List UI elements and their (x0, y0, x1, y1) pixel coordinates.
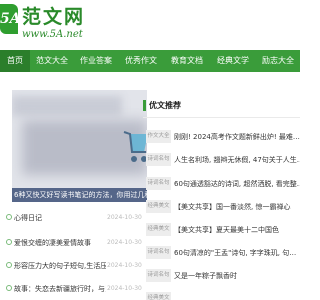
list-item-title[interactable]: 故事：失恋去新疆旅行时，与当地漂亮 (14, 280, 106, 298)
category-tag[interactable]: 诗词名句 (146, 153, 171, 166)
bullet-icon (6, 262, 12, 268)
nav-item-edu-docs[interactable]: 教育文档 (164, 50, 210, 72)
recommend-item-title[interactable]: 人生名利场, 翘辫无休假, 47句关于人生… (174, 150, 300, 170)
recommend-item[interactable]: 诗词名句 又是一年粽子飘香时 (143, 266, 300, 286)
nav-item-fanwen[interactable]: 范文大全 (30, 50, 74, 72)
featured-banner[interactable] (12, 90, 147, 202)
recommend-header: 优文推荐 (143, 97, 300, 115)
list-item-title[interactable]: 爱恨交缠的凄美爱情故事 (14, 234, 106, 252)
recommend-item[interactable]: 诗词名句 60句通透豁达的诗词, 超然洒脱, 看完整… (143, 174, 300, 194)
list-item-date: 2024-10-30 (107, 214, 142, 221)
category-tag[interactable]: 诗词名句 (146, 269, 171, 282)
category-tag[interactable]: 经典美文 (146, 200, 171, 213)
recommend-item[interactable]: 作文大全 刚刚! 2024高考作文题新鲜出炉! 最难… (143, 127, 300, 147)
recommend-item[interactable]: 经典美文 (143, 289, 300, 300)
recommend-item[interactable]: 诗词名句 人生名利场, 翘辫无休假, 47句关于人生… (143, 150, 300, 170)
bullet-icon (6, 285, 12, 291)
category-tag[interactable]: 经典美文 (146, 292, 171, 300)
recommend-item-title[interactable]: 刚刚! 2024高考作文题新鲜出炉! 最难… (174, 127, 300, 147)
nav-item-essays[interactable]: 优秀作文 (118, 50, 164, 72)
recommend-item-title[interactable]: 60句清凉的"王孟"诗句, 字字珠玑, 句… (174, 243, 300, 263)
banner-image-region (12, 96, 122, 116)
recommend-item[interactable]: 经典美文 【美文共享】夏天最美十二中国色 (143, 220, 300, 240)
category-tag[interactable]: 诗词名句 (146, 177, 171, 190)
list-item-title[interactable]: 形容压力大的句子短句,生活压力经典句 (14, 257, 106, 275)
category-tag[interactable]: 经典美文 (146, 223, 171, 236)
recommend-item-title[interactable]: 60句通透豁达的诗词, 超然洒脱, 看完整… (174, 174, 300, 194)
main-nav: 首页 范文大全 作业答案 优秀作文 教育文档 经典文学 励志大全 (0, 50, 300, 72)
recommend-item[interactable]: 经典美文 【美文共享】国一番淡然, 惊一霸禅心 (143, 197, 300, 217)
nav-item-home[interactable]: 首页 (0, 50, 30, 72)
category-tag[interactable]: 诗词名句 (146, 246, 171, 259)
list-item[interactable]: 爱恨交缠的凄美爱情故事 2024-10-30 (0, 234, 150, 252)
list-item-date: 2024-10-30 (107, 239, 142, 246)
site-url: www.5A.net (22, 29, 83, 40)
recommend-item-title[interactable]: 又是一年粽子飘香时 (174, 266, 300, 286)
list-item-title[interactable]: 心得日记 (14, 209, 106, 227)
list-item-date: 2024-10-30 (107, 262, 142, 269)
logo-badge[interactable]: 5A (0, 4, 21, 34)
list-item[interactable]: 故事：失恋去新疆旅行时，与当地漂亮 2024-10-30 (0, 280, 150, 298)
divider (143, 117, 300, 118)
category-tag[interactable]: 作文大全 (146, 130, 171, 143)
nav-item-inspiration[interactable]: 励志大全 (256, 50, 300, 72)
list-item[interactable]: 心得日记 2024-10-30 (0, 209, 150, 227)
recommend-item-title[interactable]: 【美文共享】国一番淡然, 惊一霸禅心 (174, 197, 300, 217)
site-header: 5A 范文网 www.5A.net (0, 0, 300, 50)
list-item[interactable]: 形容压力大的句子短句,生活压力经典句 2024-10-30 (0, 257, 150, 275)
nav-item-literature[interactable]: 经典文学 (210, 50, 256, 72)
recommend-title: 优文推荐 (149, 101, 181, 110)
section-marker (143, 100, 146, 111)
recommend-item[interactable]: 诗词名句 60句清凉的"王孟"诗句, 字字珠玑, 句… (143, 243, 300, 263)
banner-caption[interactable]: 6种又快又好写读书笔记的方法，你用过几种 (12, 188, 147, 202)
nav-item-homework[interactable]: 作业答案 (74, 50, 118, 72)
bullet-icon (6, 239, 12, 245)
recommend-item-title[interactable]: 【美文共享】夏天最美十二中国色 (174, 220, 300, 240)
bullet-icon (6, 214, 12, 220)
site-name[interactable]: 范文网 (22, 2, 85, 29)
list-item-date: 2024-10-30 (107, 285, 142, 292)
